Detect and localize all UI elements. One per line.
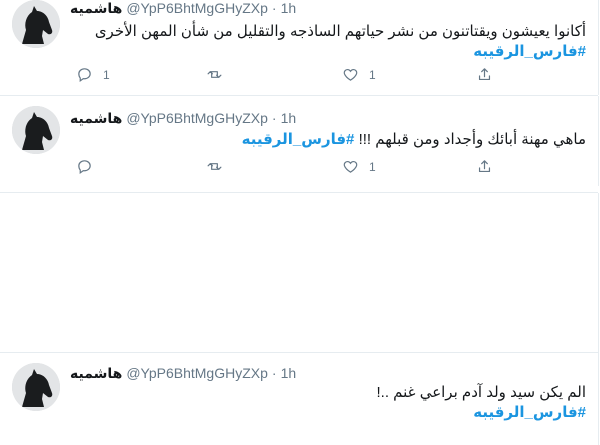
tweet-text: أكانوا يعيشون ويقتاتنون من نشر حياتهم ال…: [70, 22, 586, 62]
display-name[interactable]: هاشميه: [70, 0, 122, 17]
like-count: 1: [369, 67, 376, 82]
hashtag-link[interactable]: #فارس_الرقيبه: [473, 404, 586, 421]
tweet-2[interactable]: هاشميه @YpP6BhtMgGHyZXp · 1h ماهي مهنة أ…: [0, 96, 599, 186]
share-button[interactable]: [476, 158, 493, 175]
separator-dot: ·: [271, 110, 277, 126]
share-icon: [478, 160, 491, 173]
timestamp[interactable]: 1h: [281, 110, 297, 126]
user-handle[interactable]: @YpP6BhtMgGHyZXp: [126, 365, 268, 381]
like-count: 1: [369, 159, 376, 174]
separator-dot: ·: [271, 365, 277, 381]
display-name[interactable]: هاشميه: [70, 110, 122, 127]
tweet-text: الم يكن سيد ولد آدم براعي غنم ..! #فارس_…: [70, 383, 587, 423]
timeline-gap: [0, 193, 599, 353]
tweet-header: هاشميه @YpP6BhtMgGHyZXp · 1h: [70, 108, 296, 128]
retweet-button[interactable]: [206, 66, 223, 83]
like-button[interactable]: 1: [342, 66, 376, 83]
tweet-actions: 1: [0, 158, 598, 178]
avatar[interactable]: [12, 363, 60, 411]
avatar[interactable]: [12, 106, 60, 154]
like-button[interactable]: 1: [342, 158, 376, 175]
tweet-text: ماهي مهنة أبائك وأجداد ومن قبلهم !!! #فا…: [70, 130, 586, 150]
timestamp[interactable]: 1h: [281, 365, 297, 381]
tweet-1[interactable]: هاشميه @YpP6BhtMgGHyZXp · 1h أكانوا يعيش…: [0, 0, 599, 95]
separator-dot: ·: [271, 0, 277, 16]
user-handle[interactable]: @YpP6BhtMgGHyZXp: [126, 110, 268, 126]
timestamp[interactable]: 1h: [281, 0, 297, 16]
hashtag-link[interactable]: #فارس_الرقيبه: [242, 131, 355, 148]
tweet-text-line: أكانوا يعيشون ويقتاتنون من نشر حياتهم ال…: [94, 23, 586, 40]
like-icon: [343, 68, 358, 81]
tweet-header: هاشميه @YpP6BhtMgGHyZXp · 1h: [70, 363, 296, 383]
reply-icon: [78, 68, 91, 83]
reply-count: 1: [103, 67, 110, 82]
user-handle[interactable]: @YpP6BhtMgGHyZXp: [126, 0, 268, 16]
tweet-text-body: الم يكن سيد ولد آدم براعي غنم ..!: [376, 384, 587, 401]
reply-icon: [78, 160, 91, 175]
avatar[interactable]: [12, 0, 60, 48]
like-icon: [343, 160, 358, 173]
reply-button[interactable]: 1: [76, 66, 110, 83]
share-icon: [478, 68, 491, 81]
retweet-icon: [207, 71, 222, 78]
retweet-icon: [207, 163, 222, 170]
tweet-actions: 1 1: [0, 66, 598, 86]
reply-button[interactable]: [76, 158, 93, 175]
hashtag-link[interactable]: #فارس_الرقيبه: [473, 43, 586, 60]
tweet-3[interactable]: هاشميه @YpP6BhtMgGHyZXp · 1h الم يكن سيد…: [0, 353, 599, 445]
tweet-header: هاشميه @YpP6BhtMgGHyZXp · 1h: [70, 0, 296, 18]
retweet-button[interactable]: [206, 158, 223, 175]
share-button[interactable]: [476, 66, 493, 83]
display-name[interactable]: هاشميه: [70, 365, 122, 382]
tweet-text-body: ماهي مهنة أبائك وأجداد ومن قبلهم !!!: [358, 131, 586, 148]
